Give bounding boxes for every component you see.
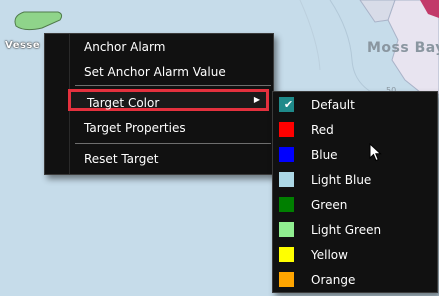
- menu-item-target-properties[interactable]: Target Properties: [45, 117, 273, 139]
- color-swatch: [279, 172, 294, 187]
- menu-item-reset-target[interactable]: Reset Target: [45, 148, 273, 170]
- color-swatch: [279, 272, 294, 287]
- menu-item-label: Target Color: [87, 96, 160, 110]
- vessel-label[interactable]: Vesse: [5, 40, 40, 51]
- color-swatch: [279, 197, 294, 212]
- color-item-blue[interactable]: Blue: [273, 143, 437, 167]
- menu-item-label: Set Anchor Alarm Value: [84, 65, 226, 79]
- color-item-green[interactable]: Green: [273, 193, 437, 217]
- color-swatch: [279, 122, 294, 137]
- menu-separator: [75, 143, 271, 144]
- menu-item-anchor-alarm[interactable]: Anchor Alarm: [45, 36, 273, 58]
- place-label: Moss Bay: [367, 40, 439, 56]
- checkmark-icon: ✔: [283, 98, 294, 111]
- menu-item-target-color[interactable]: Target Color ▶: [68, 89, 269, 111]
- menu-item-set-anchor-alarm-value[interactable]: Set Anchor Alarm Value: [45, 61, 273, 83]
- context-menu: Anchor Alarm Set Anchor Alarm Value Targ…: [44, 33, 274, 175]
- color-item-label: Light Blue: [311, 173, 372, 187]
- color-item-light-blue[interactable]: Light Blue: [273, 168, 437, 192]
- menu-item-label: Anchor Alarm: [84, 40, 166, 54]
- color-item-light-green[interactable]: Light Green: [273, 218, 437, 242]
- color-item-red[interactable]: Red: [273, 118, 437, 142]
- color-item-label: Green: [311, 198, 348, 212]
- color-swatch: [279, 147, 294, 162]
- color-item-label: Red: [311, 123, 334, 137]
- color-item-orange[interactable]: Orange: [273, 268, 437, 292]
- color-item-label: Yellow: [311, 248, 348, 262]
- menu-item-label: Reset Target: [84, 152, 159, 166]
- target-color-submenu: ✔ Default Red Blue Light Blue Green Ligh…: [272, 91, 438, 293]
- color-swatch: [279, 222, 294, 237]
- color-item-label: Orange: [311, 273, 356, 287]
- color-item-default[interactable]: ✔ Default: [273, 93, 437, 117]
- color-item-label: Light Green: [311, 223, 382, 237]
- menu-item-label: Target Properties: [84, 121, 186, 135]
- color-item-label: Blue: [311, 148, 338, 162]
- color-item-label: Default: [311, 98, 355, 112]
- color-swatch: [279, 247, 294, 262]
- menu-separator: [75, 85, 271, 86]
- color-item-yellow[interactable]: Yellow: [273, 243, 437, 267]
- color-swatch: ✔: [279, 97, 294, 112]
- chevron-right-icon: ▶: [253, 95, 260, 104]
- mouse-cursor-icon: [369, 143, 382, 162]
